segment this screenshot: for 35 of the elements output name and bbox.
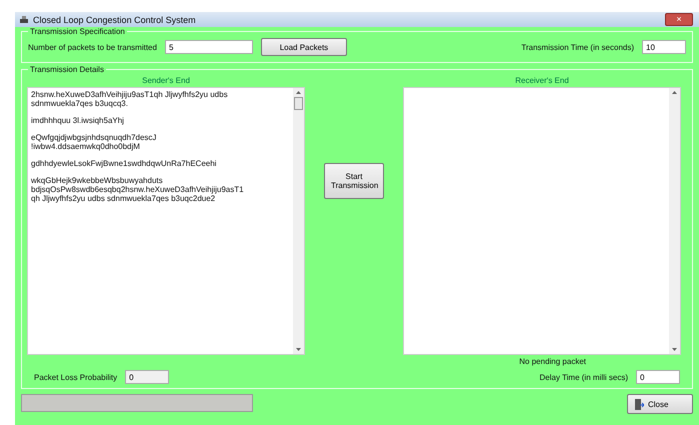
transmission-time-field[interactable]: 10 <box>642 40 686 54</box>
sender-heading: Sender's End <box>142 76 190 87</box>
loss-probability-label: Packet Loss Probability <box>34 372 118 382</box>
delay-time-label: Delay Time (in milli secs) <box>540 372 628 382</box>
packets-label: Number of packets to be transmitted <box>28 42 157 52</box>
sender-text-area[interactable] <box>27 87 305 355</box>
transmission-time-label: Transmission Time (in seconds) <box>521 42 634 52</box>
packets-field[interactable]: 5 <box>164 40 253 54</box>
scroll-up-icon[interactable] <box>296 91 301 94</box>
packet-text: !iwbw4.ddsaemwkq0dho0bdjM <box>31 142 141 151</box>
group-title: Transmission Details <box>29 65 105 74</box>
receiver-heading: Receiver's End <box>515 76 569 87</box>
close-window-button[interactable]: × <box>665 13 693 26</box>
scroll-down-icon[interactable] <box>672 348 677 351</box>
delay-time-field[interactable]: 0 <box>636 370 680 384</box>
packet-text: imdhhhquu 3l.iwsiqh5aYhj <box>31 116 125 125</box>
packet-text: 2hsnw.heXuweD3afhVeihjiju9asT1qh Jljwyfhfs2yu udbs <box>31 90 229 99</box>
packet-text: eQwfgqjdjwbgsjnhdsqnuqdh7descJ <box>31 133 158 142</box>
close-button[interactable]: Close <box>627 394 693 414</box>
scroll-thumb[interactable] <box>294 97 303 110</box>
packet-text: qh Jljwyfhfs2yu udbs sdnmwuekla7qes b3uqc2due2 <box>31 194 216 203</box>
door-icon <box>634 398 644 410</box>
packet-text: gdhhdyewleLsokFwjBwne1swdhdqwUnRa7hECeehi <box>31 159 218 168</box>
scroll-down-icon[interactable] <box>296 348 301 351</box>
scroll-up-icon[interactable] <box>672 91 677 94</box>
group-title: Transmission Specification <box>29 27 126 36</box>
packet-text: bdjsqOsPw8swdb6esqbq2hsnw.heXuweD3afhVeihjiju9asT1 <box>31 185 245 194</box>
load-packets-button[interactable]: Load Packets <box>260 38 347 56</box>
printer-icon <box>19 14 29 24</box>
loss-probability-field[interactable]: 0 <box>125 370 170 384</box>
status-text: No pending packet <box>519 357 586 366</box>
window-title: Closed Loop Congestion Control System <box>33 14 197 24</box>
packet-text: wkqGbHejk9wkebbeWbsbuwyahduts <box>31 176 164 185</box>
packet-text: sdnmwuekla7qes b3uqcq3. <box>31 99 129 108</box>
start-transmission-button[interactable]: Start Transmission <box>324 163 384 199</box>
